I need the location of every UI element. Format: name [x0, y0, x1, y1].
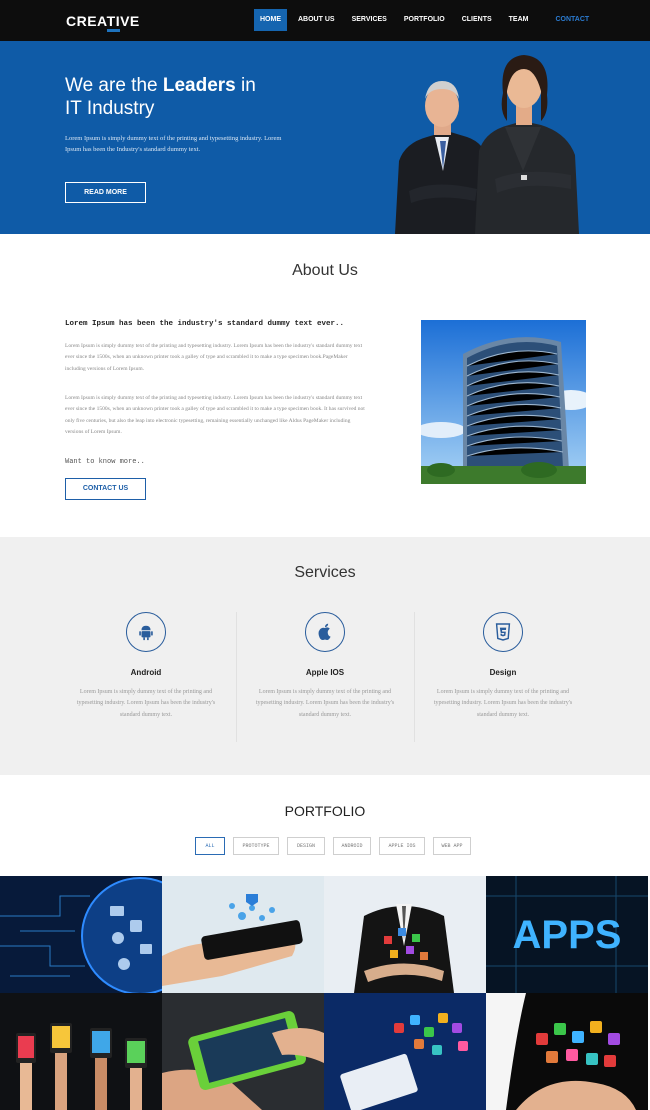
- service-name: Apple IOS: [305, 668, 345, 677]
- logo-part: VE: [120, 13, 140, 29]
- portfolio-tile-hands-phones[interactable]: [0, 993, 162, 1110]
- service-text: Lorem Ipsum is simply dummy text of the …: [76, 689, 216, 718]
- menu-item-about[interactable]: ABOUT US: [292, 9, 341, 31]
- filter-apple-ios[interactable]: APPLE IOS: [379, 837, 425, 855]
- contact-us-button[interactable]: CONTACT US: [65, 478, 146, 500]
- main-menu: HOME ABOUT US SERVICES PORTFOLIO CLIENTS…: [254, 9, 600, 31]
- office-building-image: [421, 320, 586, 484]
- menu-item-services[interactable]: SERVICES: [346, 9, 393, 31]
- service-name: Android: [130, 668, 162, 677]
- portfolio-grid: APPS: [0, 876, 650, 1110]
- hero-heading-line2: IT Industry: [65, 98, 155, 119]
- services-title: Services: [294, 564, 356, 581]
- service-name: Design: [489, 668, 517, 677]
- business-people-image: [395, 55, 579, 234]
- service-android: Android Lorem Ipsum is simply dummy text…: [57, 612, 235, 721]
- hero-heading: We are the Leaders in IT Industry: [65, 74, 295, 120]
- service-text: Lorem Ipsum is simply dummy text of the …: [255, 689, 395, 718]
- hero-text: Lorem Ipsum is simply dummy text of the …: [65, 135, 282, 153]
- filter-prototype[interactable]: PROTOTYPE: [233, 837, 279, 855]
- filter-all[interactable]: ALL: [195, 837, 225, 855]
- want-to-know-more: Want to know more..: [65, 458, 145, 466]
- hero-heading-part: We are the: [65, 75, 163, 96]
- about-paragraph-1: Lorem Ipsum is simply dummy text of the …: [65, 343, 363, 372]
- android-icon: [126, 612, 166, 652]
- portfolio-tile-phone-hand[interactable]: [162, 876, 324, 993]
- navbar: CREATIVE HOME ABOUT US SERVICES PORTFOLI…: [0, 0, 650, 41]
- portfolio-tile-apps-circuit[interactable]: [0, 876, 162, 993]
- service-apple-ios: Apple IOS Lorem Ipsum is simply dummy te…: [236, 612, 414, 721]
- menu-item-contact[interactable]: CONTACT: [549, 9, 595, 31]
- filter-android[interactable]: ANDROID: [333, 837, 371, 855]
- read-more-button[interactable]: READ MORE: [65, 182, 146, 203]
- portfolio-tile-tablet-apps[interactable]: [324, 993, 486, 1110]
- hero-heading-bold: Leaders: [162, 75, 236, 96]
- menu-item-home[interactable]: HOME: [254, 9, 287, 31]
- hero-banner: We are the Leaders in IT Industry Lorem …: [0, 41, 650, 234]
- portfolio-title: PORTFOLIO: [284, 803, 366, 819]
- logo-highlight: TI: [106, 13, 121, 32]
- portfolio-tile-apps-text[interactable]: APPS: [486, 876, 648, 993]
- apple-icon: [305, 612, 345, 652]
- menu-item-clients[interactable]: CLIENTS: [456, 9, 498, 31]
- apps-text: APPS: [513, 913, 622, 957]
- about-title: About Us: [292, 262, 358, 279]
- about-lead: Lorem Ipsum has been the industry's stan…: [65, 320, 345, 328]
- services-section: Services Android Lorem Ipsum is simply d…: [0, 537, 650, 775]
- portfolio-filters: ALL PROTOTYPE DESIGN ANDROID APPLE IOS W…: [195, 837, 471, 855]
- logo-part: CREA: [66, 13, 107, 29]
- filter-web-app[interactable]: WEB APP: [433, 837, 471, 855]
- menu-item-portfolio[interactable]: PORTFOLIO: [398, 9, 451, 31]
- hero-heading-part: in: [235, 75, 256, 96]
- service-design: Design Lorem Ipsum is simply dummy text …: [414, 612, 592, 721]
- filter-design[interactable]: DESIGN: [287, 837, 325, 855]
- html5-icon: [483, 612, 523, 652]
- logo[interactable]: CREATIVE: [66, 13, 140, 32]
- menu-item-team[interactable]: TEAM: [503, 9, 535, 31]
- portfolio-tile-businessman-apps[interactable]: [324, 876, 486, 993]
- service-text: Lorem Ipsum is simply dummy text of the …: [433, 689, 573, 718]
- portfolio-tile-green-phone[interactable]: [162, 993, 324, 1110]
- about-paragraph-2: Lorem Ipsum is simply dummy text of the …: [65, 395, 365, 435]
- portfolio-tile-hand-apps[interactable]: [486, 993, 648, 1110]
